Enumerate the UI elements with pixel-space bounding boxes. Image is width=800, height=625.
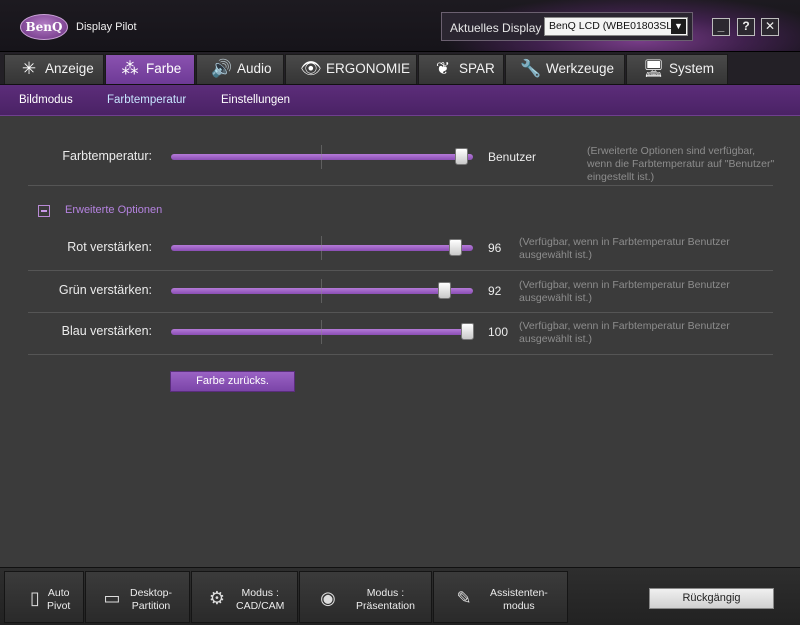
- cad-drawing-icon: ⚙: [208, 588, 226, 608]
- main-panel: Farbtemperatur: Benutzer (Erweiterte Opt…: [0, 117, 800, 567]
- tab-ergonomie[interactable]: 👁 ERGONOMIE: [285, 54, 417, 84]
- divider: [28, 270, 773, 271]
- slider-center-tick: [321, 236, 322, 260]
- magic-wand-icon: ✎: [456, 588, 472, 608]
- current-display-value: BenQ LCD (WBE01803SL0): [549, 20, 682, 32]
- slider-track[interactable]: [171, 329, 473, 335]
- undo-button[interactable]: Rückgängig: [649, 588, 774, 609]
- slider-thumb[interactable]: [437, 282, 451, 299]
- minimize-button[interactable]: _: [712, 18, 730, 36]
- sub-navigation: Bildmodus Farbtemperatur Einstellungen: [0, 85, 800, 116]
- color-temperature-label: Farbtemperatur:: [62, 149, 152, 163]
- app-name: Display Pilot: [76, 21, 137, 33]
- subnav-farbtemperatur[interactable]: Farbtemperatur: [107, 94, 186, 106]
- presentation-mode-label: Modus : Präsentation: [356, 587, 415, 612]
- computer-icon: 🖥: [643, 59, 665, 78]
- chevron-down-icon[interactable]: ▼: [671, 19, 686, 34]
- sparkle-icon: ✳: [21, 59, 37, 78]
- slider-thumb[interactable]: [461, 323, 474, 340]
- tab-anzeige[interactable]: ✳ Anzeige: [4, 54, 104, 84]
- title-bar: BenQ Display Pilot Aktuelles Display Ben…: [0, 0, 800, 52]
- auto-pivot-button[interactable]: ▯ Auto Pivot: [4, 571, 84, 623]
- tab-label: SPAR: [459, 61, 495, 76]
- advanced-options-label[interactable]: Erweiterte Optionen: [65, 204, 162, 216]
- slider-center-tick: [321, 145, 322, 169]
- subnav-bildmodus[interactable]: Bildmodus: [19, 94, 73, 106]
- presentation-mode-button[interactable]: ◉ Modus : Präsentation: [299, 571, 432, 623]
- divider: [28, 354, 773, 355]
- speaker-icon: 🔊: [211, 59, 233, 78]
- desktop-partition-label: Desktop- Partition: [130, 587, 173, 612]
- blue-gain-hint: (Verfügbar, wenn in Farbtemperatur Benut…: [519, 320, 730, 345]
- leaf-icon: ❦: [435, 59, 451, 78]
- blue-gain-label: Blau verstärken:: [61, 324, 152, 338]
- desktop-partition-button[interactable]: ▭ Desktop- Partition: [85, 571, 190, 623]
- color-temperature-slider[interactable]: [171, 145, 473, 169]
- divider: [28, 312, 773, 313]
- current-display-select[interactable]: BenQ LCD (WBE01803SL0) ▼: [544, 17, 688, 36]
- tab-system[interactable]: 🖥 System: [626, 54, 728, 84]
- current-display-label: Aktuelles Display: [450, 21, 542, 35]
- tab-label: Anzeige: [45, 61, 94, 76]
- tab-spar[interactable]: ❦ SPAR: [418, 54, 504, 84]
- slider-track[interactable]: [171, 245, 473, 251]
- monitor-icon: ▭: [103, 588, 121, 608]
- bottom-toolbar: ▯ Auto Pivot ▭ Desktop- Partition ⚙ Modu…: [0, 567, 800, 625]
- slider-thumb[interactable]: [449, 239, 463, 256]
- tab-label: ERGONOMIE: [326, 61, 411, 76]
- assistant-mode-button[interactable]: ✎ Assistenten- modus: [433, 571, 568, 623]
- slider-center-tick: [321, 279, 322, 303]
- slider-track[interactable]: [171, 288, 473, 294]
- auto-pivot-label: Auto Pivot: [47, 587, 71, 612]
- tab-label: Audio: [237, 61, 272, 76]
- green-gain-slider[interactable]: [171, 279, 473, 303]
- divider: [28, 185, 773, 186]
- monitor-portrait-icon: ▯: [30, 588, 40, 608]
- blue-gain-slider[interactable]: [171, 320, 474, 344]
- current-display-group: Aktuelles Display BenQ LCD (WBE01803SL0)…: [441, 12, 693, 41]
- color-dots-icon: ⁂: [121, 59, 139, 78]
- green-gain-value: 92: [488, 284, 502, 298]
- help-button[interactable]: ?: [737, 18, 755, 36]
- tab-label: Werkzeuge: [546, 61, 615, 76]
- reset-color-button[interactable]: Farbe zurücks.: [170, 371, 295, 392]
- slider-thumb[interactable]: [455, 148, 469, 165]
- green-gain-label: Grün verstärken:: [58, 283, 152, 297]
- slider-center-tick: [321, 320, 322, 344]
- red-gain-slider[interactable]: [171, 236, 473, 260]
- color-temperature-hint: (Erweiterte Optionen sind verfügbar, wen…: [587, 145, 775, 183]
- tab-werkzeuge[interactable]: 🔧 Werkzeuge: [505, 54, 625, 84]
- benq-logo: BenQ: [20, 14, 68, 40]
- color-temperature-value: Benutzer: [488, 150, 537, 164]
- tab-label: Farbe: [146, 61, 182, 76]
- green-gain-hint: (Verfügbar, wenn in Farbtemperatur Benut…: [519, 279, 730, 304]
- wrench-icon: 🔧: [520, 59, 542, 78]
- tab-audio[interactable]: 🔊 Audio: [196, 54, 284, 84]
- subnav-einstellungen[interactable]: Einstellungen: [221, 94, 290, 106]
- slider-track[interactable]: [171, 154, 473, 160]
- cad-cam-mode-label: Modus : CAD/CAM: [236, 587, 285, 612]
- close-button[interactable]: ✕: [761, 18, 779, 36]
- tab-label: System: [669, 61, 715, 76]
- red-gain-value: 96: [488, 241, 502, 255]
- tab-farbe[interactable]: ⁂ Farbe: [105, 54, 195, 84]
- collapse-toggle[interactable]: [38, 205, 50, 217]
- assistant-mode-label: Assistenten- modus: [490, 587, 548, 612]
- blue-gain-value: 100: [488, 325, 509, 339]
- projector-icon: ◉: [320, 588, 336, 608]
- red-gain-label: Rot verstärken:: [67, 240, 152, 254]
- cad-cam-mode-button[interactable]: ⚙ Modus : CAD/CAM: [191, 571, 298, 623]
- red-gain-hint: (Verfügbar, wenn in Farbtemperatur Benut…: [519, 236, 730, 261]
- eye-icon: 👁: [300, 59, 322, 78]
- logo-text: BenQ: [25, 20, 63, 34]
- main-tab-bar: ✳ Anzeige ⁂ Farbe 🔊 Audio 👁 ERGONOMIE ❦ …: [0, 52, 800, 85]
